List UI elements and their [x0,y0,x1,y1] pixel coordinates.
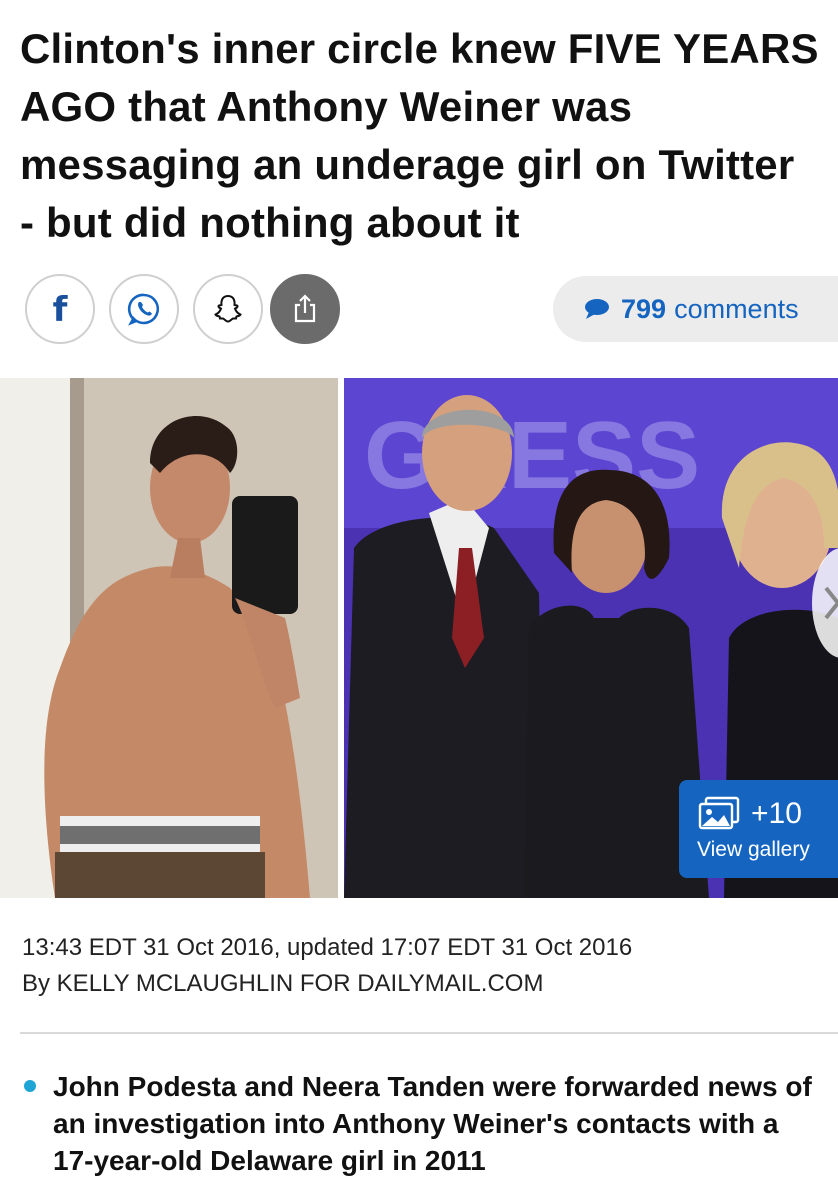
comments-button[interactable]: 799 comments [553,276,838,342]
article-headline: Clinton's inner circle knew FIVE YEARS A… [20,25,819,246]
share-bar: f 799 comments [20,274,838,346]
summary-bullet-text: John Podesta and Neera Tanden were forwa… [53,1071,812,1176]
whatsapp-share-button[interactable] [109,274,179,344]
share-more-button[interactable] [270,274,340,344]
snapchat-icon [214,294,242,323]
comment-label: comments [674,293,799,324]
article-dateline: 13:43 EDT 31 Oct 2016, updated 17:07 EDT… [22,934,633,961]
comment-bubble-icon [585,299,609,319]
chevron-right-icon [824,586,838,620]
gallery-label: View gallery [697,838,810,861]
summary-bullet: John Podesta and Neera Tanden were forwa… [20,1068,820,1179]
gallery-next-button[interactable] [812,548,838,658]
view-gallery-button[interactable]: +10 View gallery [679,780,838,878]
article-byline: By KELLY MCLAUGHLIN FOR DAILYMAIL.COM [22,970,544,997]
share-icon [294,294,316,323]
article-meta: 13:43 EDT 31 Oct 2016, updated 17:07 EDT… [22,930,632,1002]
gallery-icon [698,796,740,830]
snapchat-share-button[interactable] [193,274,263,344]
bullet-dot-icon [24,1080,36,1092]
divider [20,1032,838,1034]
photo-left[interactable] [0,378,338,898]
photo-left-illustration [0,378,338,898]
whatsapp-icon [127,293,160,326]
comment-count: 799 [621,293,667,324]
gallery-count: +10 [751,797,802,830]
facebook-share-button[interactable]: f [25,274,95,344]
facebook-icon: f [52,290,68,330]
